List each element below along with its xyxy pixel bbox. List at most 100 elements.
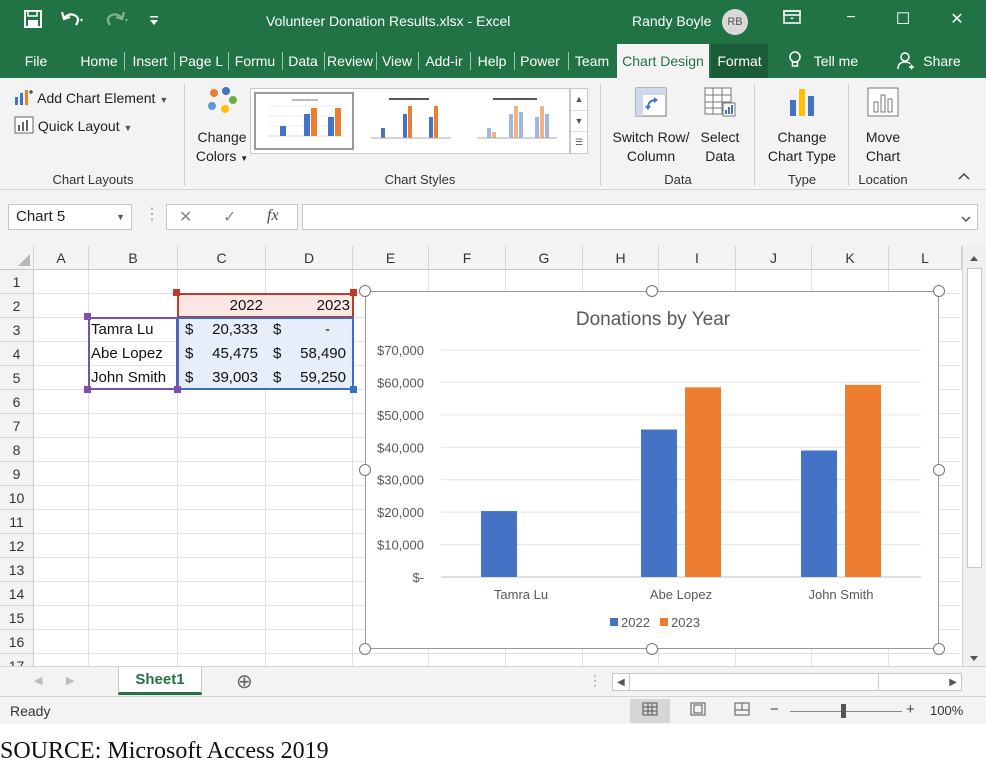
chart-resize-handle[interactable]	[646, 285, 658, 297]
row-header[interactable]: 14	[0, 582, 34, 606]
row-header[interactable]: 4	[0, 342, 34, 366]
row-header[interactable]: 8	[0, 438, 34, 462]
column-header-c[interactable]: C	[178, 246, 266, 270]
column-header-e[interactable]: E	[353, 246, 429, 270]
column-header-f[interactable]: F	[429, 246, 506, 270]
tab-page-layout[interactable]: Page L	[176, 44, 226, 78]
next-sheet-icon[interactable]: ▶	[66, 674, 74, 687]
chart-resize-handle[interactable]	[933, 285, 945, 297]
sheet-tab-sheet1[interactable]: Sheet1	[118, 667, 202, 695]
tab-power[interactable]: Power	[516, 44, 564, 78]
change-colors-button[interactable]: Change Colors ▼	[194, 86, 250, 168]
expand-formula-icon[interactable]	[961, 211, 971, 226]
avatar[interactable]: RB	[722, 9, 748, 35]
row-header[interactable]: 12	[0, 534, 34, 558]
tab-insert[interactable]: Insert	[127, 44, 173, 78]
chart-styles-gallery[interactable]	[250, 88, 570, 154]
ribbon-display-options-button[interactable]	[777, 9, 807, 30]
range-handle[interactable]	[173, 289, 180, 296]
vertical-scrollbar[interactable]	[962, 246, 986, 666]
row-header[interactable]: 3	[0, 318, 34, 342]
row-header[interactable]: 5	[0, 366, 34, 390]
tab-data[interactable]: Data	[284, 44, 322, 78]
row-header[interactable]: 16	[0, 630, 34, 654]
save-icon[interactable]	[24, 10, 42, 33]
bar-2022-tamra-lu[interactable]	[481, 511, 517, 577]
zoom-level[interactable]: 100%	[930, 703, 963, 718]
normal-view-button[interactable]	[630, 699, 670, 723]
tell-me-search[interactable]: Tell me	[778, 44, 868, 78]
row-header[interactable]: 11	[0, 510, 34, 534]
legend-label[interactable]: 2022	[621, 615, 650, 630]
tab-home[interactable]: Home	[76, 44, 122, 78]
row-header[interactable]: 9	[0, 462, 34, 486]
chart-style-2[interactable]	[359, 92, 459, 150]
new-sheet-icon[interactable]: ⊕	[236, 669, 253, 694]
scroll-up-icon[interactable]	[969, 250, 979, 265]
chart-style-3[interactable]	[465, 92, 565, 150]
range-handle[interactable]	[350, 289, 357, 296]
maximize-button[interactable]: ☐	[888, 9, 918, 29]
bar-2022-john-smith[interactable]	[801, 450, 837, 577]
customize-qat-icon[interactable]	[148, 12, 160, 32]
vertical-scroll-thumb[interactable]	[967, 268, 982, 568]
row-header[interactable]: 1	[0, 270, 34, 294]
column-header-k[interactable]: K	[812, 246, 889, 270]
range-handle[interactable]	[84, 386, 91, 393]
worksheet-grid[interactable]: A B C D E F G H I J K L 1 2 3 4 5 6 7 8 …	[0, 246, 986, 666]
chart-style-1[interactable]	[254, 92, 354, 150]
chart-title[interactable]: Donations by Year	[576, 309, 731, 330]
row-header[interactable]: 13	[0, 558, 34, 582]
select-data-button[interactable]: Select Data	[694, 86, 746, 170]
add-chart-element-button[interactable]: Add Chart Element ▼	[14, 88, 168, 108]
column-header-g[interactable]: G	[506, 246, 583, 270]
close-button[interactable]: ✕	[942, 9, 972, 29]
tab-team[interactable]: Team	[570, 44, 614, 78]
chart-resize-handle[interactable]	[359, 643, 371, 655]
tab-help[interactable]: Help	[472, 44, 512, 78]
column-header-j[interactable]: J	[736, 246, 812, 270]
scroll-right-icon[interactable]: ▶	[949, 677, 957, 688]
change-chart-type-button[interactable]: Change Chart Type	[762, 86, 842, 170]
gallery-up-icon[interactable]: ▲	[571, 89, 587, 110]
bar-2023-abe-lopez[interactable]	[685, 387, 721, 577]
column-header-b[interactable]: B	[89, 246, 178, 270]
user-name[interactable]: Randy Boyle	[632, 13, 711, 29]
select-all-corner[interactable]	[0, 246, 34, 270]
column-header-i[interactable]: I	[659, 246, 736, 270]
row-header[interactable]: 15	[0, 606, 34, 630]
tab-file[interactable]: File	[14, 44, 58, 78]
row-header[interactable]: 6	[0, 390, 34, 414]
zoom-in-button[interactable]: +	[906, 701, 915, 718]
insert-function-icon[interactable]: fx	[267, 207, 279, 225]
column-header-d[interactable]: D	[266, 246, 353, 270]
row-header[interactable]: 10	[0, 486, 34, 510]
chart-resize-handle[interactable]	[933, 464, 945, 476]
tab-format[interactable]: Format	[711, 44, 768, 78]
tab-formulas[interactable]: Formu	[230, 44, 280, 78]
legend-label[interactable]: 2023	[671, 615, 700, 630]
gallery-more-icon[interactable]: ☰	[571, 131, 587, 152]
column-header-h[interactable]: H	[583, 246, 659, 270]
chart-styles-scroll[interactable]: ▲ ▼ ☰	[570, 88, 588, 154]
chart-resize-handle[interactable]	[646, 643, 658, 655]
tab-review[interactable]: Review	[326, 44, 374, 78]
horizontal-scrollbar[interactable]: ◀ ▶	[612, 673, 962, 691]
tab-view[interactable]: View	[378, 44, 416, 78]
row-header[interactable]: 17	[0, 654, 34, 666]
minimize-button[interactable]: −	[836, 9, 866, 27]
switch-row-column-button[interactable]: Switch Row/ Column	[608, 86, 694, 170]
horizontal-scroll-thumb[interactable]	[629, 674, 879, 690]
name-box[interactable]: Chart 5 ▼	[8, 204, 132, 230]
range-handle[interactable]	[174, 386, 181, 393]
chart-resize-handle[interactable]	[359, 464, 371, 476]
quick-layout-button[interactable]: Quick Layout ▼	[14, 116, 132, 136]
row-header[interactable]: 2	[0, 294, 34, 318]
move-chart-button[interactable]: Move Chart	[852, 86, 914, 170]
tab-add-ins[interactable]: Add-ir	[420, 44, 468, 78]
column-header-a[interactable]: A	[34, 246, 89, 270]
column-header-l[interactable]: L	[889, 246, 962, 270]
scroll-down-icon[interactable]	[969, 651, 979, 666]
cancel-icon[interactable]: ✕	[179, 207, 192, 227]
chart-object[interactable]: Donations by Year $- $10,000 $20,000 $30,00…	[365, 291, 939, 649]
